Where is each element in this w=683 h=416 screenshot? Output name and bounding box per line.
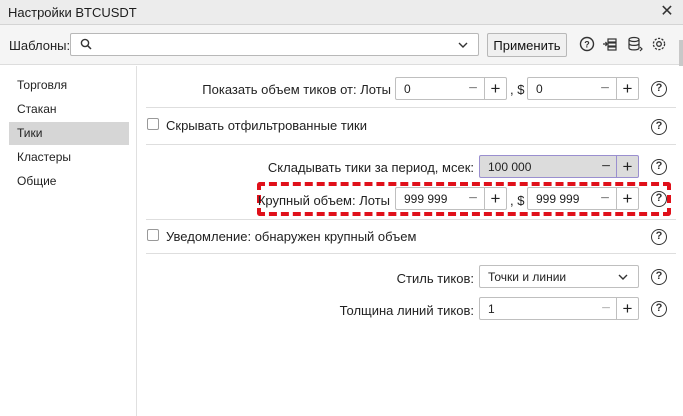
window-title: Настройки BTCUSDT [8, 5, 137, 20]
minus-icon[interactable]: − [464, 191, 482, 207]
minus-icon[interactable]: − [464, 81, 482, 97]
large-volume-label: Крупный объем: Лоты [257, 193, 390, 208]
line-width-label: Толщина линий тиков: [339, 303, 474, 318]
sidebar-item-orderbook[interactable]: Стакан [9, 98, 129, 121]
large-volume-usd-stepper[interactable]: 999 999 − + [527, 187, 639, 210]
tick-style-label: Стиль тиков: [396, 271, 474, 286]
divider [146, 253, 676, 254]
tick-style-select[interactable]: Точки и линии [479, 265, 639, 288]
import-icon[interactable] [602, 36, 618, 52]
minus-icon[interactable]: − [596, 191, 614, 207]
chevron-down-icon [458, 42, 468, 48]
templates-toolbar: Шаблоны: Применить ? [0, 25, 683, 65]
divider [146, 107, 676, 108]
show-volume-lots-stepper[interactable]: 0 − + [395, 77, 507, 100]
sidebar-item-clusters[interactable]: Кластеры [9, 146, 129, 169]
chevron-down-icon [618, 274, 628, 280]
close-icon[interactable]: ✕ [658, 3, 676, 21]
aggregate-period-stepper[interactable]: 100 000 − + [479, 155, 639, 178]
search-icon [80, 38, 92, 50]
apply-button[interactable]: Применить [487, 33, 567, 57]
help-icon[interactable]: ? [651, 119, 667, 135]
templates-label: Шаблоны: [9, 38, 71, 53]
usd-separator: , $ [510, 82, 525, 97]
minus-icon[interactable]: − [596, 81, 614, 97]
help-icon[interactable]: ? [651, 191, 667, 207]
templates-combo[interactable] [70, 33, 479, 56]
help-icon[interactable]: ? [651, 229, 667, 245]
divider [146, 144, 676, 145]
plus-icon[interactable]: + [616, 78, 638, 99]
minus-icon[interactable]: − [597, 301, 615, 317]
plus-icon[interactable]: + [616, 188, 638, 209]
sidebar-item-ticks[interactable]: Тики [9, 122, 129, 145]
large-volume-lots-value[interactable]: 999 999 [404, 192, 447, 206]
settings-sidebar: Торговля Стакан Тики Кластеры Общие [0, 66, 137, 416]
plus-icon[interactable]: + [616, 156, 638, 177]
sidebar-item-trading[interactable]: Торговля [9, 74, 129, 97]
plus-icon[interactable]: + [484, 188, 506, 209]
divider [146, 219, 676, 220]
usd-separator: , $ [510, 193, 525, 208]
show-volume-lots-value[interactable]: 0 [404, 82, 411, 96]
hide-filtered-checkbox[interactable] [147, 118, 159, 130]
plus-icon[interactable]: + [616, 298, 638, 319]
aggregate-period-value[interactable]: 100 000 [488, 160, 531, 174]
show-volume-label: Показать объем тиков от: Лоты [202, 82, 391, 97]
tick-style-value[interactable]: Точки и линии [488, 270, 566, 284]
large-volume-lots-stepper[interactable]: 999 999 − + [395, 187, 507, 210]
sidebar-item-general[interactable]: Общие [9, 170, 129, 193]
svg-text:?: ? [584, 40, 590, 50]
show-volume-usd-stepper[interactable]: 0 − + [527, 77, 639, 100]
settings-icon[interactable] [651, 36, 667, 52]
title-bar: Настройки BTCUSDT ✕ [0, 0, 683, 25]
help-icon[interactable]: ? [651, 159, 667, 175]
database-icon[interactable] [627, 36, 643, 52]
help-icon[interactable]: ? [651, 301, 667, 317]
notify-large-volume-checkbox[interactable] [147, 229, 159, 241]
help-icon[interactable]: ? [579, 36, 595, 52]
show-volume-usd-value[interactable]: 0 [536, 82, 543, 96]
help-icon[interactable]: ? [651, 81, 667, 97]
line-width-stepper[interactable]: 1 − + [479, 297, 639, 320]
hide-filtered-label: Скрывать отфильтрованные тики [166, 118, 368, 133]
plus-icon[interactable]: + [484, 78, 506, 99]
line-width-value[interactable]: 1 [488, 302, 495, 316]
notify-large-volume-label: Уведомление: обнаружен крупный объем [166, 229, 417, 244]
minus-icon[interactable]: − [597, 159, 615, 175]
large-volume-usd-value[interactable]: 999 999 [536, 192, 579, 206]
aggregate-period-label: Складывать тики за период, мсек: [267, 160, 474, 175]
help-icon[interactable]: ? [651, 269, 667, 285]
